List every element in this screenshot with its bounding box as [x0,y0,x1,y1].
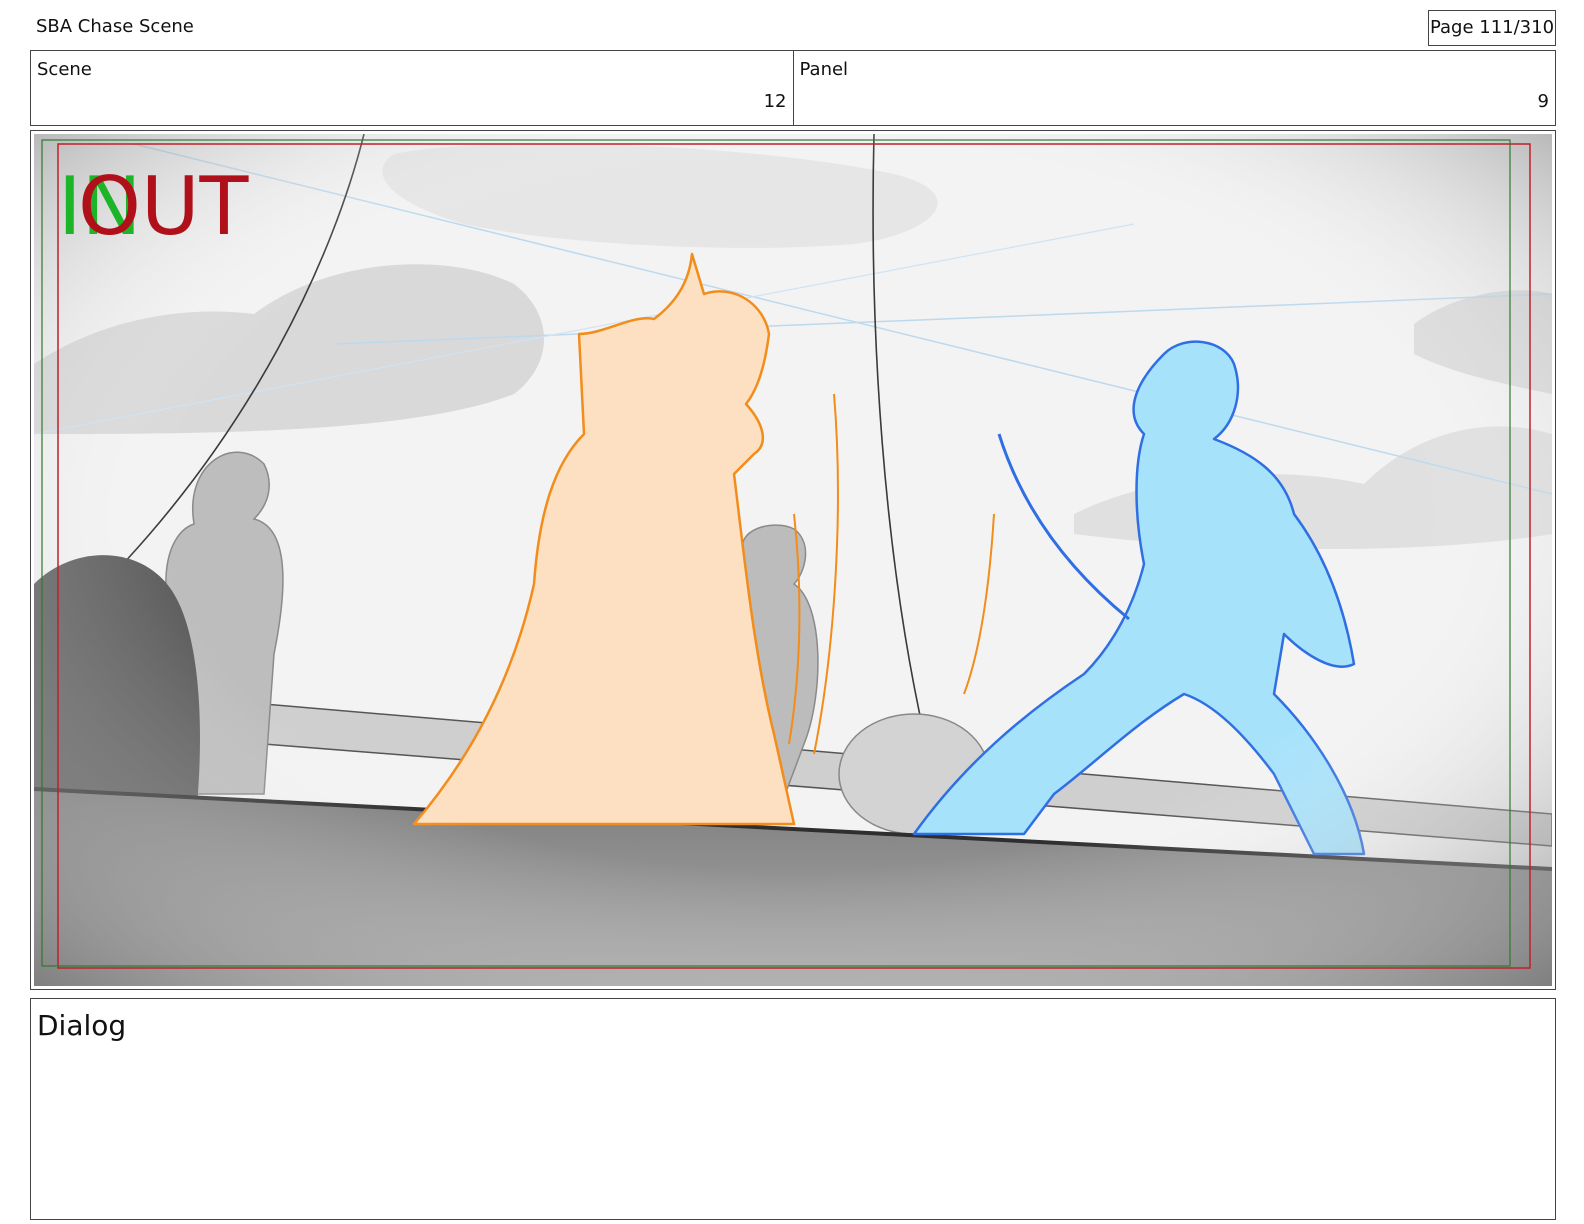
scene-panel-row: Scene 12 Panel 9 [30,50,1556,126]
scene-number: 12 [763,91,787,112]
out-marker: OUT [78,160,250,253]
vignette [34,134,1552,986]
dialog-box: Dialog [30,998,1556,1220]
dialog-label: Dialog [37,1009,127,1042]
panel-cell: Panel 9 [792,51,1556,125]
storyboard-frame: IN OUT [30,130,1556,990]
scene-label: Scene [37,59,92,80]
page-number: Page 111/310 [1428,10,1556,46]
storyboard-title: SBA Chase Scene [36,16,194,37]
panel-drawing: IN OUT [34,134,1552,986]
panel-label: Panel [799,59,849,80]
panel-number: 9 [1537,91,1549,112]
scene-cell: Scene 12 [31,51,793,125]
